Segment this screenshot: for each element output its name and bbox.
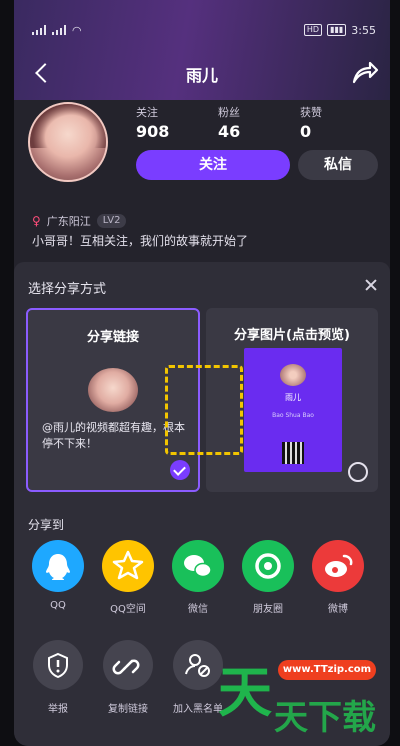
stat-label: 粉丝 <box>218 106 240 119</box>
highlight-frame <box>165 365 243 455</box>
stat-label: 获赞 <box>300 106 322 119</box>
share-label: QQ <box>50 600 66 611</box>
option-title: 分享链接 <box>86 330 139 345</box>
avatar <box>88 368 138 412</box>
battery-icon: ▮▮▮ <box>327 24 347 36</box>
signal-icon <box>52 25 66 35</box>
share-label: 微信 <box>188 604 208 615</box>
message-button[interactable]: 私信 <box>298 150 378 180</box>
avatar <box>280 364 306 386</box>
share-label: 朋友圈 <box>253 604 283 615</box>
report-icon <box>33 640 83 690</box>
link-icon <box>103 640 153 690</box>
hd-icon: HD <box>303 24 323 36</box>
poster-preview[interactable]: 雨儿 Bao Shua Bao <box>244 348 342 472</box>
poster-name: 雨儿 <box>285 393 301 402</box>
qr-code-icon <box>282 442 304 464</box>
checkmark-icon <box>170 460 190 480</box>
profile-stats: 关注 908 粉丝 46 获赞 0 <box>136 104 376 144</box>
top-bar: 雨儿 <box>14 58 390 88</box>
report-button[interactable]: 举报 <box>28 640 88 715</box>
wifi-icon: ◠ <box>72 23 82 37</box>
app-screen: ◠ HD ▮▮▮ 3:55 雨儿 关注 908 粉丝 46 获赞 0 关注 私信… <box>14 0 390 746</box>
action-label: 举报 <box>48 704 68 715</box>
stat-followers[interactable]: 粉丝 46 <box>218 104 240 141</box>
poster-id: Bao Shua Bao <box>272 412 314 419</box>
share-button[interactable] <box>350 58 380 86</box>
share-weibo[interactable]: 微博 <box>308 540 368 615</box>
close-icon[interactable] <box>362 276 380 294</box>
qq-icon <box>32 540 84 592</box>
stat-value: 0 <box>300 122 312 141</box>
sheet-title: 选择分享方式 <box>28 282 107 297</box>
stat-following[interactable]: 关注 908 <box>136 104 169 141</box>
copy-link-button[interactable]: 复制链接 <box>98 640 158 715</box>
level-badge: LV2 <box>96 214 127 228</box>
action-label: 复制链接 <box>108 704 148 715</box>
share-arrow-icon <box>352 61 379 84</box>
status-time: 3:55 <box>351 23 376 37</box>
location-text: 广东阳江 <box>46 215 91 228</box>
share-moments[interactable]: 朋友圈 <box>238 540 298 615</box>
watermark: 天 www.TTzip.com 天下载 <box>200 648 400 746</box>
stat-likes[interactable]: 获赞 0 <box>300 104 322 141</box>
radio-button[interactable] <box>348 462 368 482</box>
stat-value: 46 <box>218 122 241 141</box>
female-icon: ♀ <box>32 214 41 228</box>
watermark-url: www.TTzip.com <box>278 660 376 680</box>
watermark-text: 天下载 <box>274 698 376 738</box>
share-to-label: 分享到 <box>28 518 65 532</box>
share-label: 微博 <box>328 604 348 615</box>
wechat-icon <box>172 540 224 592</box>
moments-icon <box>242 540 294 592</box>
share-qzone[interactable]: QQ空间 <box>98 540 158 615</box>
status-bar: ◠ HD ▮▮▮ 3:55 <box>32 22 376 38</box>
profile-bio: 小哥哥！互相关注，我们的故事就开始了 <box>32 234 249 248</box>
option-title: 分享图片(点击预览) <box>234 328 350 343</box>
share-qq[interactable]: QQ <box>28 540 88 611</box>
share-wechat[interactable]: 微信 <box>168 540 228 615</box>
stat-value: 908 <box>136 122 170 141</box>
qzone-icon <box>102 540 154 592</box>
follow-button[interactable]: 关注 <box>136 150 290 180</box>
avatar[interactable] <box>28 102 108 182</box>
profile-meta: ♀ 广东阳江 LV2 <box>32 213 127 229</box>
share-label: QQ空间 <box>110 604 146 615</box>
watermark-logo: 天 <box>218 660 272 724</box>
weibo-icon <box>312 540 364 592</box>
page-title: 雨儿 <box>185 66 218 85</box>
stat-label: 关注 <box>136 106 158 119</box>
signal-icon <box>32 25 46 35</box>
share-targets: QQ QQ空间 微信 朋友圈 微博 <box>28 540 378 615</box>
